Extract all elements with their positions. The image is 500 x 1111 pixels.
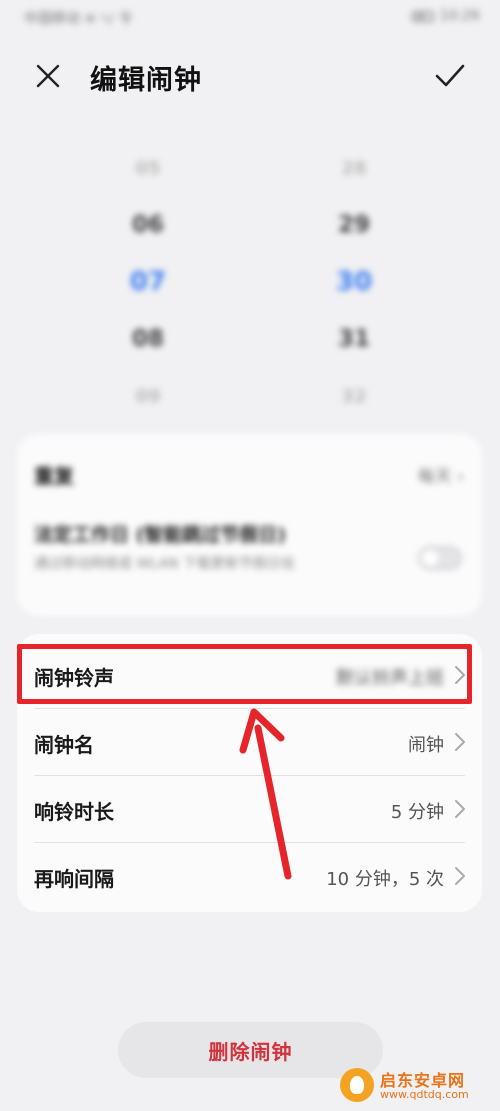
alarm-name-value: 闹钟 [408, 735, 444, 756]
watermark-logo-icon [340, 1068, 374, 1102]
watermark: 启东安卓网 www.qdtdq.com [340, 1066, 490, 1106]
repeat-value[interactable]: 每天 › [418, 462, 464, 487]
minute-option[interactable]: 31 [314, 311, 394, 368]
minute-option[interactable]: 28 [314, 140, 394, 197]
close-icon [36, 64, 60, 88]
header: 编辑闹钟 [0, 48, 500, 104]
time-picker[interactable]: 05 06 07 08 09 28 29 30 31 32 [0, 140, 500, 407]
minute-option[interactable]: 29 [314, 197, 394, 254]
hour-option[interactable]: 06 [108, 197, 188, 254]
ring-duration-label: 响铃时长 [34, 800, 114, 824]
snooze-interval-row[interactable]: 再响间隔 10 分钟，5 次 [17, 843, 482, 910]
workday-toggle[interactable] [418, 546, 462, 570]
hour-option[interactable]: 09 [108, 368, 188, 425]
chevron-right-icon [455, 867, 465, 885]
page-title: 编辑闹钟 [90, 65, 202, 96]
hour-option[interactable]: 05 [108, 140, 188, 197]
workday-title: 法定工作日 (智能跳过节假日) [34, 524, 286, 546]
ringtone-highlight-box [17, 644, 472, 704]
status-right: 10:26 [411, 8, 480, 24]
hour-option[interactable]: 08 [108, 311, 188, 368]
close-button[interactable] [28, 56, 68, 96]
check-icon [435, 64, 465, 87]
battery-icon [411, 10, 434, 22]
alarm-name-row[interactable]: 闹钟名 闹钟 [17, 709, 482, 776]
snooze-interval-label: 再响间隔 [34, 867, 114, 891]
status-bar: 中国移动 ≋ ᵞ₄ᴵ 令 10:26 [0, 0, 500, 40]
watermark-url: www.qdtdq.com [380, 1088, 469, 1101]
ring-duration-row[interactable]: 响铃时长 5 分钟 [17, 776, 482, 843]
alarm-name-label: 闹钟名 [34, 733, 94, 757]
chevron-right-icon [455, 800, 465, 818]
clock-text: 10:26 [439, 8, 480, 24]
hour-wheel[interactable]: 05 06 07 08 09 [108, 140, 188, 425]
ring-duration-value: 5 分钟 [390, 802, 444, 823]
carrier-text: 中国移动 ≋ ᵞ₄ᴵ 令 [24, 11, 133, 27]
repeat-settings-card: 重复 每天 › 法定工作日 (智能跳过节假日) 通过移动网络或 WLAN 下载更… [17, 434, 482, 616]
hour-selected[interactable]: 07 [108, 254, 188, 311]
minute-option[interactable]: 32 [314, 368, 394, 425]
chevron-right-icon [455, 733, 465, 751]
snooze-interval-value: 10 分钟，5 次 [326, 869, 444, 890]
minute-wheel[interactable]: 28 29 30 31 32 [314, 140, 394, 425]
workday-subtitle: 通过移动网络或 WLAN 下载更新节假日信 [34, 556, 295, 572]
minute-selected[interactable]: 30 [314, 254, 394, 311]
confirm-button[interactable] [428, 56, 472, 96]
repeat-label[interactable]: 重复 [34, 460, 74, 489]
